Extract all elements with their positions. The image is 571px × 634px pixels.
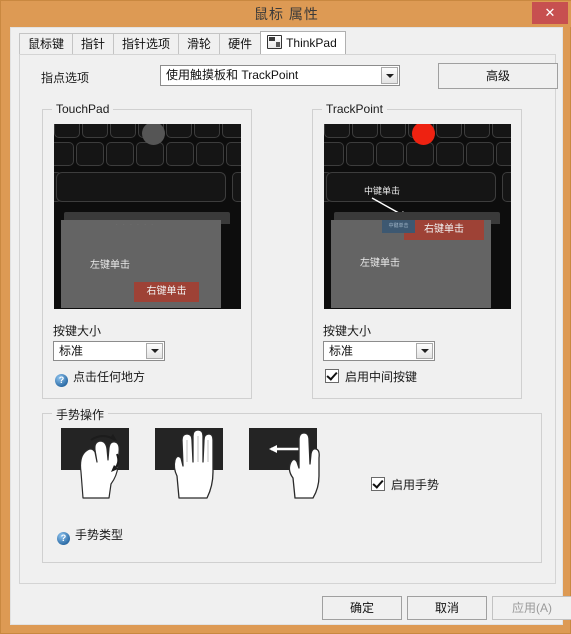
keyboard-row — [54, 142, 241, 168]
three-finger-gesture-icon — [173, 429, 214, 499]
enable-gesture-checkbox[interactable]: 启用手势 — [371, 476, 439, 493]
trackpoint-right-click-zone[interactable]: 右键单击 — [404, 220, 484, 240]
tab-mouse-buttons[interactable]: 鼠标键 — [19, 33, 74, 54]
advanced-button[interactable]: 高级 — [438, 63, 558, 89]
gesture-item-swipe[interactable] — [249, 428, 327, 500]
touchpad-button-size-label: 按键大小 — [53, 324, 102, 338]
tab-label: 鼠标键 — [28, 37, 65, 51]
trackpoint-group-title: TrackPoint — [322, 102, 387, 116]
pointing-device-row: 指点选项 使用触摸板和 TrackPoint 高级 — [20, 55, 558, 99]
enable-middle-button-checkbox[interactable]: 启用中间按键 — [325, 368, 417, 385]
thinkpad-icon — [267, 35, 283, 49]
gesture-item-rotate[interactable] — [61, 428, 139, 500]
trackpoint-button-size-value: 标准 — [329, 344, 354, 358]
tab-wheel[interactable]: 滑轮 — [178, 33, 221, 54]
mouse-properties-window: 鼠标 属性 ✕ 鼠标键 指针 指针选项 滑轮 硬件 ThinkPad 指点选项 … — [0, 0, 571, 634]
trackpoint-left-click-label: 左键单击 — [360, 258, 400, 269]
tab-label: 指针 — [81, 37, 106, 51]
touchpad-right-click-zone[interactable]: 右键单击 — [134, 282, 199, 302]
tab-label: 滑轮 — [187, 37, 212, 51]
gesture-group: 手势操作 启用手势 ? 手势类型 — [42, 406, 542, 563]
chevron-down-icon[interactable] — [416, 343, 433, 359]
checkbox-box-icon — [371, 477, 385, 491]
texture-dots: · · · · · · — [116, 222, 155, 228]
touchpad-button-size-select[interactable]: 标准 — [53, 341, 165, 361]
gesture-group-title: 手势操作 — [52, 406, 109, 423]
touchpad-illustration: · · · · · · 左键单击 右键单击 — [54, 124, 241, 309]
touchpad-help-label: 点击任何地方 — [73, 370, 146, 384]
trackpoint-button-size-select[interactable]: 标准 — [323, 341, 435, 361]
question-help-icon: ? — [57, 532, 70, 545]
gesture-item-three-finger[interactable] — [155, 428, 233, 500]
dialog-footer: 确定 取消 应用(A) — [11, 588, 571, 626]
tab-label: ThinkPad — [286, 36, 337, 50]
trackpoint-group: TrackPoint 中键单击 右键单击 中键单击 左键单击 按键大小 标准 启… — [312, 102, 522, 399]
tab-label: 硬件 — [228, 37, 253, 51]
dialog-body: 鼠标键 指针 指针选项 滑轮 硬件 ThinkPad 指点选项 使用触摸板和 T… — [10, 27, 571, 626]
tab-pointer-options[interactable]: 指针选项 — [113, 33, 180, 54]
title-bar: 鼠标 属性 ✕ — [1, 1, 571, 27]
tab-thinkpad[interactable]: ThinkPad — [260, 31, 346, 54]
pointing-device-value: 使用触摸板和 TrackPoint — [166, 68, 299, 82]
rotate-pinch-gesture-icon — [79, 434, 120, 499]
tab-hardware[interactable]: 硬件 — [219, 33, 262, 54]
trackpoint-illustration: 中键单击 右键单击 中键单击 左键单击 — [324, 124, 511, 309]
pointing-device-select[interactable]: 使用触摸板和 TrackPoint — [160, 65, 400, 86]
checkbox-box-icon — [325, 369, 339, 383]
tab-pointers[interactable]: 指针 — [72, 33, 115, 54]
trackpoint-button-size-label: 按键大小 — [323, 324, 372, 338]
window-title: 鼠标 属性 — [254, 6, 319, 22]
touchpad-group: TouchPad · · · · · · 左键单击 右键单击 按键大小 标准 ?… — [42, 102, 252, 399]
enable-middle-button-label: 启用中间按键 — [345, 370, 418, 384]
thinkpad-tab-page: 指点选项 使用触摸板和 TrackPoint 高级 TouchPad · · ·… — [19, 54, 558, 584]
close-icon[interactable]: ✕ — [532, 2, 568, 24]
gesture-help-link[interactable]: ? 手势类型 — [57, 526, 123, 545]
cancel-button[interactable]: 取消 — [407, 596, 487, 620]
touchpad-button-size-value: 标准 — [59, 344, 84, 358]
apply-button: 应用(A) — [492, 596, 571, 620]
touchpad-group-title: TouchPad — [52, 102, 114, 116]
gesture-help-label: 手势类型 — [75, 528, 124, 542]
question-help-icon: ? — [55, 374, 68, 387]
tab-label: 指针选项 — [122, 37, 171, 51]
chevron-down-icon[interactable] — [381, 67, 398, 84]
keyboard-spacebar-row — [54, 172, 241, 206]
touchpad-left-click-label: 左键单击 — [90, 260, 130, 271]
enable-gesture-label: 启用手势 — [391, 478, 440, 492]
trackpoint-middle-click-zone[interactable]: 中键单击 — [382, 220, 415, 233]
swipe-left-gesture-icon — [269, 432, 320, 499]
pointing-option-label: 指点选项 — [41, 71, 90, 85]
tab-strip: 鼠标键 指针 指针选项 滑轮 硬件 ThinkPad — [19, 31, 556, 55]
ok-button[interactable]: 确定 — [322, 596, 402, 620]
chevron-down-icon[interactable] — [146, 343, 163, 359]
touchpad-help-link[interactable]: ? 点击任何地方 — [55, 368, 145, 387]
